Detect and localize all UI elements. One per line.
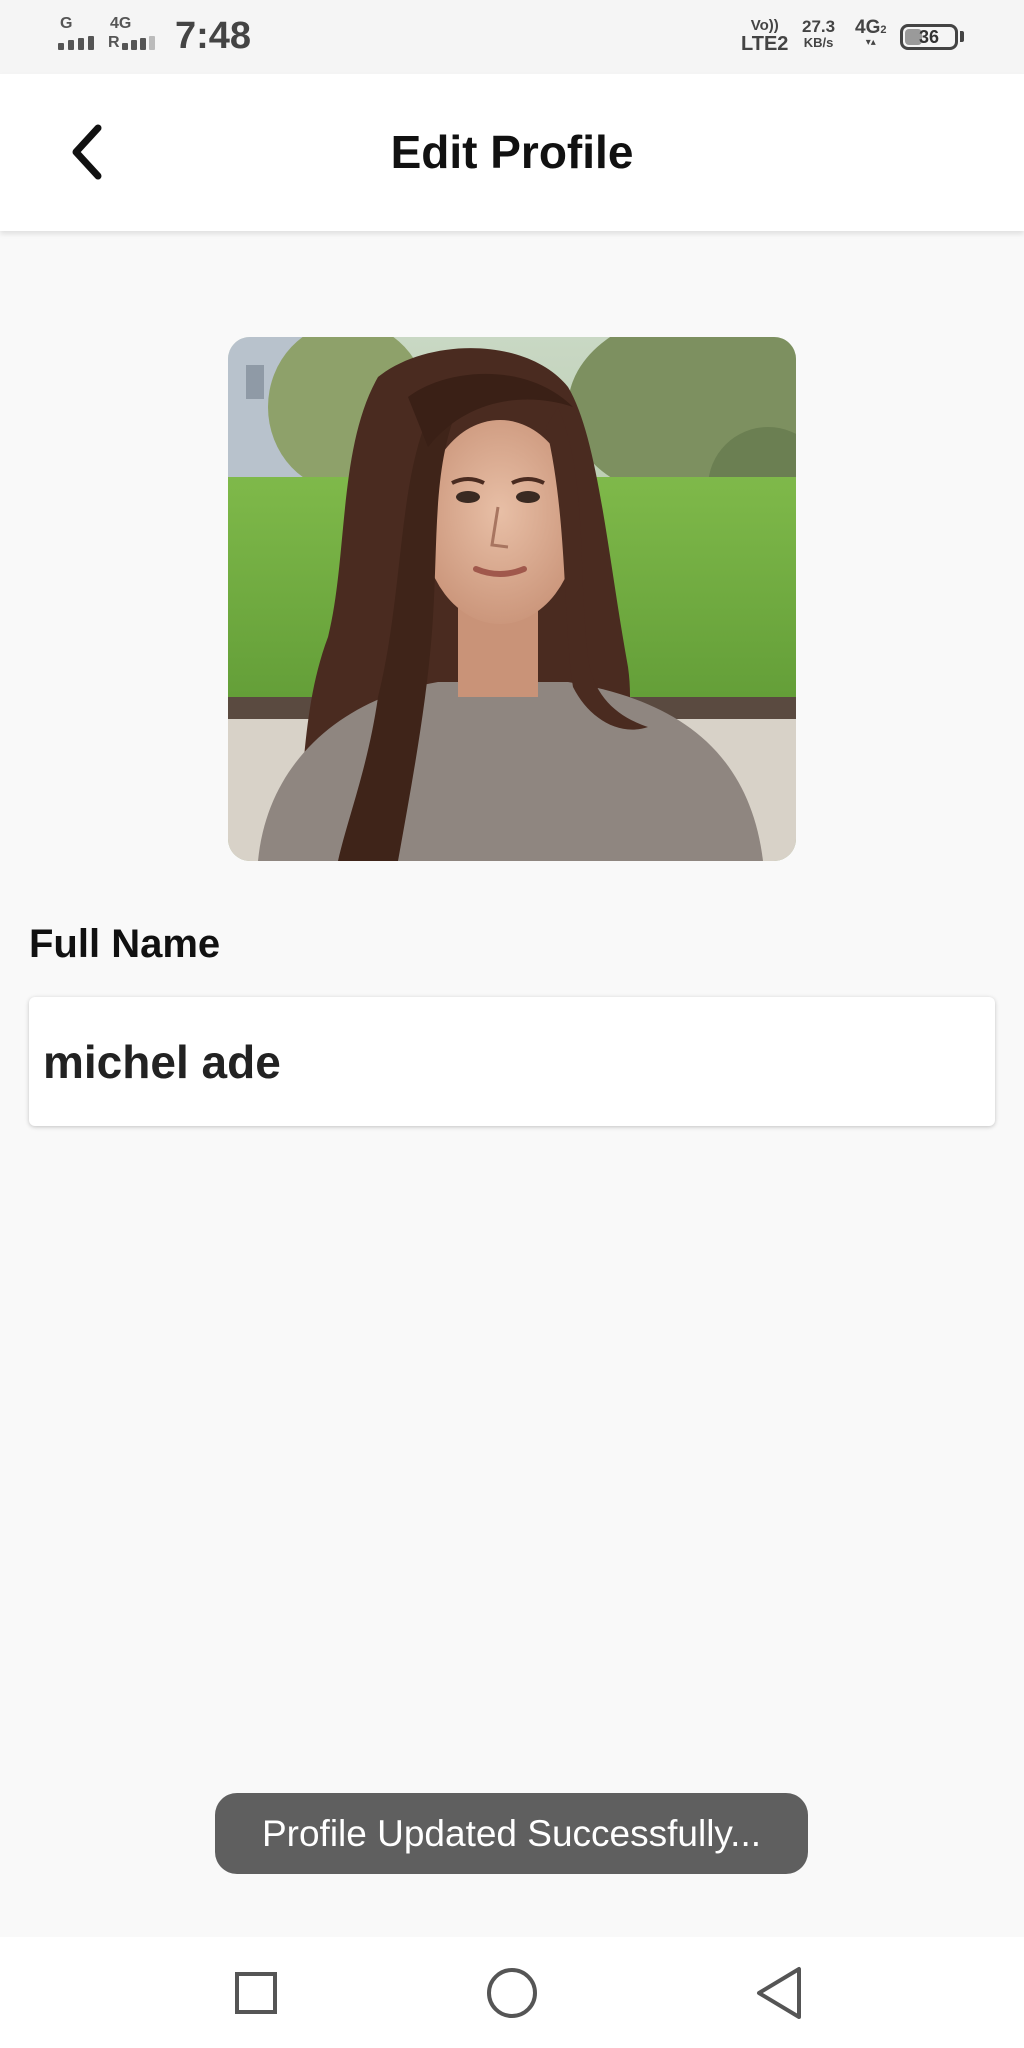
clock: 7:48 (175, 15, 252, 57)
profile-photo-image (228, 337, 796, 861)
triangle-left-icon (757, 1967, 801, 2019)
full-name-label: Full Name (29, 922, 221, 966)
profile-photo[interactable] (228, 337, 796, 861)
app-bar: Edit Profile (0, 74, 1024, 231)
home-button[interactable] (480, 1961, 544, 2025)
square-icon (235, 1972, 277, 2014)
battery-icon: 36 (900, 24, 958, 50)
system-nav-bar (0, 1937, 1024, 2048)
back-nav-button[interactable] (747, 1961, 811, 2025)
battery-level: 36 (918, 27, 940, 47)
battery-tip (960, 31, 964, 42)
network-type-sim2: 4G (110, 15, 132, 32)
status-bar: G 4G R 7:48 Vo)) LTE2 27.3 KB/s 4G2 ▾▴ 3… (0, 0, 1024, 74)
full-name-input[interactable] (43, 997, 973, 1126)
roaming-indicator: R (108, 34, 120, 51)
full-name-field[interactable] (29, 997, 995, 1126)
data-type-indicator: 4G2 ▾▴ (855, 17, 887, 48)
network-type-sim1: G (60, 15, 73, 32)
circle-icon (487, 1968, 537, 2018)
volte-indicator: Vo)) LTE2 (741, 17, 789, 55)
recents-button[interactable] (224, 1961, 288, 2025)
data-activity-icon: ▾▴ (865, 37, 876, 48)
page-title: Edit Profile (390, 126, 634, 178)
toast-message: Profile Updated Successfully... (215, 1793, 808, 1874)
network-speed: 27.3 KB/s (802, 17, 836, 50)
